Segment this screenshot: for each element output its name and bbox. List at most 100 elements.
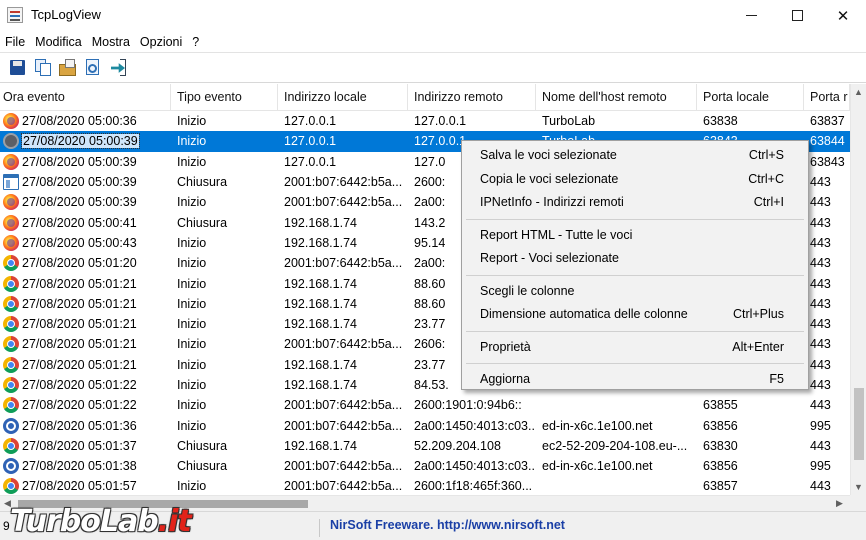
html-report-icon[interactable] [83, 58, 103, 78]
save-icon[interactable] [8, 58, 28, 78]
context-menu-item-label: Report HTML - Tutte le voci [480, 227, 633, 242]
chrome-icon [3, 397, 19, 414]
cell-event-type: Chiusura [177, 215, 228, 230]
menu-mostra[interactable]: Mostra [87, 35, 135, 49]
table-row[interactable]: 27/08/2020 05:01:37 Chiusura 192.168.1.74 5… [0, 436, 850, 456]
column-tipo-evento[interactable]: Tipo evento [171, 84, 278, 111]
cell-remote-port: 63837 [810, 114, 845, 129]
cell-remote-port: 995 [810, 418, 831, 433]
cell-local-address: 2001:b07:6442:b5a... [284, 337, 403, 352]
column-porta-locale[interactable]: Porta locale [697, 84, 804, 111]
menu-opzioni[interactable]: Opzioni [135, 35, 187, 49]
scroll-up-icon[interactable]: ▲ [854, 87, 863, 97]
menu-bar: File Modifica Mostra Opzioni ? [0, 31, 866, 53]
cell-event-time: 27/08/2020 05:00:39 [0, 152, 171, 172]
context-menu-item[interactable]: Dimensione automatica delle colonne Ctrl+… [462, 303, 808, 325]
table-row[interactable]: 27/08/2020 05:01:38 Chiusura 2001:b07:6442… [0, 456, 850, 476]
vertical-scrollbar[interactable]: ▲ ▼ [850, 84, 866, 495]
cell-local-port: 63856 [703, 459, 738, 474]
cell-remote-address: 2a00:1450:4013:c03... [414, 459, 536, 474]
context-menu-item-label: Dimensione automatica delle colonne [480, 307, 688, 321]
cell-event-time: 27/08/2020 05:01:22 [0, 395, 171, 415]
context-menu: Salva le voci selezionate Ctrl+S Copia le … [461, 140, 809, 390]
context-menu-item[interactable]: IPNetInfo - Indirizzi remoti Ctrl+I [462, 191, 808, 213]
context-menu-item-shortcut: Alt+Enter [732, 339, 784, 354]
watermark-text: TurboLab [10, 504, 159, 539]
event-time-text: 27/08/2020 05:01:36 [22, 418, 137, 433]
firefox-icon [3, 214, 19, 231]
column-porta-remota[interactable]: Porta r [804, 84, 850, 111]
cell-remote-address: 2a00:1450:4013:c03... [414, 418, 536, 433]
window-title: TcpLogView [31, 7, 101, 22]
table-row[interactable]: 27/08/2020 05:01:22 Inizio 2001:b07:6442:b… [0, 395, 850, 415]
exit-icon[interactable] [108, 58, 128, 78]
cell-local-port: 63838 [703, 114, 738, 129]
event-time-text: 27/08/2020 05:00:39 [22, 195, 137, 210]
column-nome-host-remoto[interactable]: Nome dell'host remoto [536, 84, 697, 111]
event-time-text: 27/08/2020 05:00:41 [22, 215, 137, 230]
table-row[interactable]: 27/08/2020 05:00:36 Inizio 127.0.0.1 127.0.… [0, 111, 850, 131]
menu-help[interactable]: ? [187, 35, 204, 49]
chrome-icon [3, 316, 19, 333]
properties-icon[interactable] [58, 58, 78, 78]
cell-local-port: 63830 [703, 438, 738, 453]
cell-remote-port: 63843 [810, 154, 845, 169]
copy-icon[interactable] [33, 58, 53, 78]
cell-remote-port: 443 [810, 398, 831, 413]
minimize-button[interactable] [728, 0, 774, 31]
event-time-text: 27/08/2020 05:00:43 [22, 235, 137, 250]
cell-remote-port: 443 [810, 479, 831, 494]
context-menu-item[interactable]: Scegli le colonne [462, 280, 808, 302]
cell-local-address: 2001:b07:6442:b5a... [284, 479, 403, 494]
cell-remote-port: 63844 [810, 134, 845, 149]
cell-remote-port: 443 [810, 438, 831, 453]
cell-event-type: Inizio [177, 296, 207, 311]
cell-event-time: 27/08/2020 05:01:21 [0, 355, 171, 375]
people-icon [3, 417, 19, 434]
cell-event-time: 27/08/2020 05:01:22 [0, 375, 171, 395]
column-indirizzo-remoto[interactable]: Indirizzo remoto [408, 84, 536, 111]
event-time-text: 27/08/2020 05:01:20 [22, 256, 137, 271]
context-menu-item-label: Salva le voci selezionate [480, 148, 617, 162]
event-time-text: 27/08/2020 05:01:38 [22, 459, 137, 474]
cell-event-type: Chiusura [177, 459, 228, 474]
column-indirizzo-locale[interactable]: Indirizzo locale [278, 84, 408, 111]
table-row[interactable]: 27/08/2020 05:01:57 Inizio 2001:b07:6442:b… [0, 476, 850, 495]
cell-event-type: Inizio [177, 317, 207, 332]
cell-event-type: Inizio [177, 418, 207, 433]
cell-local-address: 192.168.1.74 [284, 296, 357, 311]
scroll-down-icon[interactable]: ▼ [854, 482, 863, 492]
context-menu-item[interactable]: Report - Voci selezionate [462, 247, 808, 269]
cell-event-type: Inizio [177, 276, 207, 291]
menu-file[interactable]: File [0, 35, 30, 49]
toolbar [0, 53, 866, 83]
cell-remote-address: 2600:1f18:465f:360... [414, 479, 533, 494]
chrome-icon [3, 336, 19, 353]
cell-remote-port: 443 [810, 337, 831, 352]
maximize-icon [791, 10, 803, 21]
cell-event-type: Inizio [177, 114, 207, 129]
cell-local-port: 63856 [703, 418, 738, 433]
vertical-scroll-thumb[interactable] [854, 388, 864, 460]
cell-event-type: Inizio [177, 337, 207, 352]
context-menu-item[interactable]: Salva le voci selezionate Ctrl+S [462, 144, 808, 166]
context-menu-item[interactable]: Copia le voci selezionate Ctrl+C [462, 168, 808, 190]
scroll-right-icon[interactable]: ▶ [836, 498, 843, 509]
context-menu-item[interactable]: Proprietà Alt+Enter [462, 336, 808, 358]
event-time-text: 27/08/2020 05:00:39 [22, 154, 137, 169]
table-row[interactable]: 27/08/2020 05:01:36 Inizio 2001:b07:6442:b… [0, 415, 850, 435]
close-button[interactable]: ✕ [820, 0, 866, 31]
column-ora-evento[interactable]: Ora evento [0, 84, 171, 111]
maximize-button[interactable] [774, 0, 820, 31]
nirsoft-link[interactable]: NirSoft Freeware. http://www.nirsoft.net [330, 518, 565, 532]
chrome-icon [3, 478, 19, 495]
title-bar: TcpLogView ✕ [0, 0, 866, 31]
turbolab-watermark-logo: TurboLab.it [10, 504, 192, 539]
cell-event-type: Inizio [177, 235, 207, 250]
cell-event-time: 27/08/2020 05:00:39 [0, 172, 171, 192]
close-icon: ✕ [836, 7, 850, 25]
cell-event-type: Inizio [177, 256, 207, 271]
menu-modifica[interactable]: Modifica [30, 35, 87, 49]
context-menu-item[interactable]: Report HTML - Tutte le voci [462, 224, 808, 246]
context-menu-item[interactable]: Aggiorna F5 [462, 368, 808, 390]
